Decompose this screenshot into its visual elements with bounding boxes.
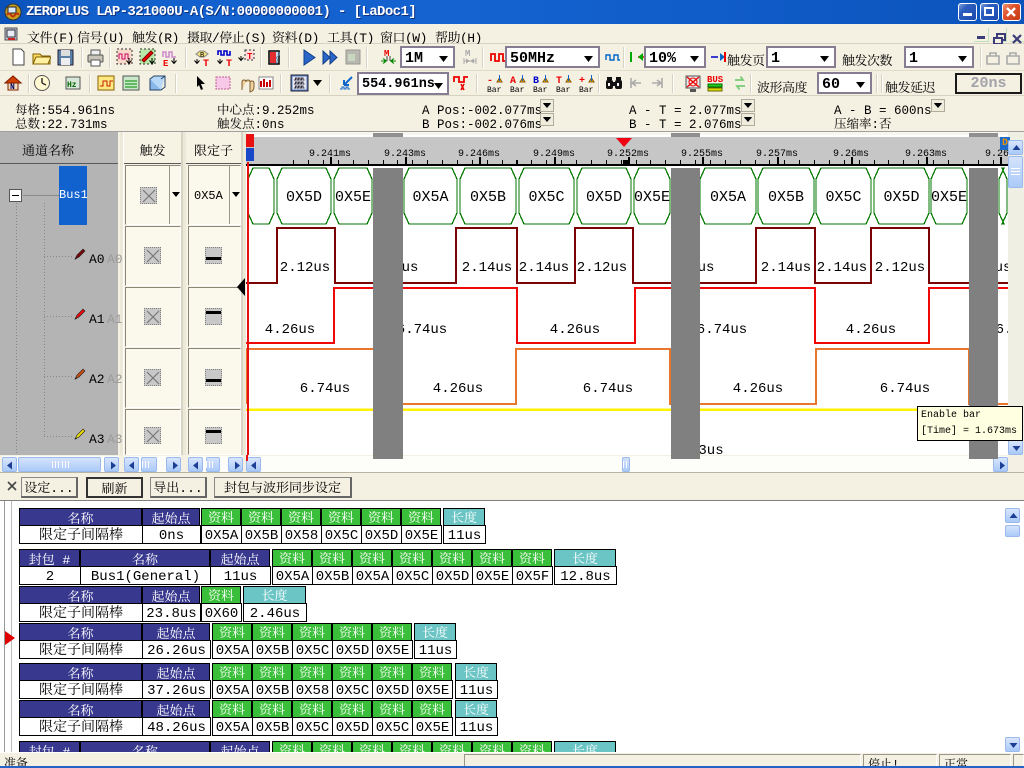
svg-text:T: T <box>226 54 232 67</box>
svg-text:BUS: BUS <box>707 74 724 85</box>
svg-text:0X5B: 0X5B <box>470 189 506 206</box>
svg-text:0X5E: 0X5E <box>634 189 670 206</box>
svg-text:T: T <box>247 49 253 62</box>
svg-text:0X5C: 0X5C <box>528 189 564 206</box>
svg-text:0X5D: 0X5D <box>286 189 322 206</box>
svg-text:0X5B: 0X5B <box>768 189 804 206</box>
svg-text:Bar: Bar <box>533 84 548 93</box>
svg-text:0X5C: 0X5C <box>825 189 861 206</box>
svg-text:0X5A: 0X5A <box>710 189 746 206</box>
svg-text:T: T <box>203 54 209 67</box>
svg-text:Hz: Hz <box>67 79 77 90</box>
svg-text:0X5E: 0X5E <box>931 189 967 206</box>
svg-text:Bar: Bar <box>510 84 525 93</box>
svg-text:Bar: Bar <box>579 84 594 93</box>
svg-text:M: M <box>465 48 470 59</box>
svg-text:0X5D: 0X5D <box>883 189 919 206</box>
svg-text:0X5E: 0X5E <box>335 189 371 206</box>
svg-text:N: N <box>10 81 15 92</box>
svg-text:Bar: Bar <box>556 84 571 93</box>
svg-text:0X5D: 0X5D <box>586 189 622 206</box>
svg-text:0X5A: 0X5A <box>412 189 448 206</box>
svg-text:Bar: Bar <box>487 84 502 93</box>
svg-text:E: E <box>163 56 169 67</box>
